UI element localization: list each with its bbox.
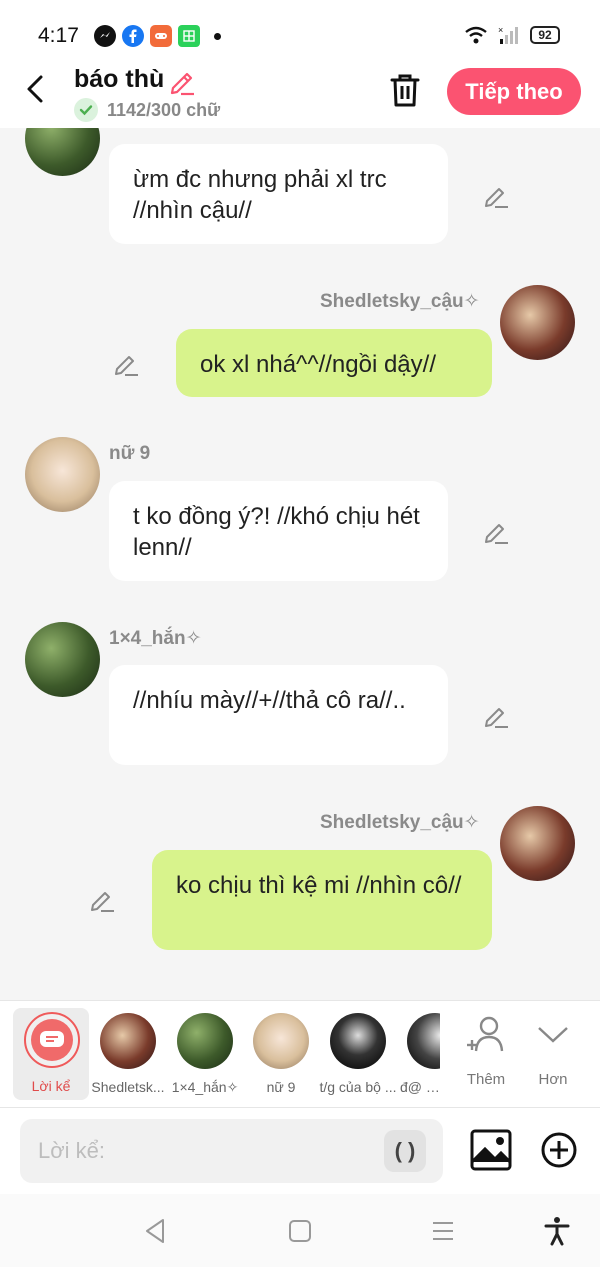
avatar[interactable] <box>25 437 100 512</box>
word-count: 1142/300 chữ <box>107 100 221 120</box>
character-name: đ@ nh <box>400 1079 440 1095</box>
message-bubble[interactable]: t ko đồng ý?! //khó chịu hét lenn// <box>109 481 448 581</box>
svg-text:×: × <box>498 25 503 35</box>
notification-dot <box>214 32 221 40</box>
delete-button[interactable] <box>388 72 422 108</box>
sender-name: Shedletsky_cậu✧ <box>320 812 480 833</box>
message-bubble[interactable]: ok xl nhá^^//ngồi dậy// <box>176 329 492 397</box>
add-label: Thêm <box>466 1071 506 1088</box>
character-name: 1×4_hắn✧ <box>171 1079 239 1095</box>
next-button[interactable]: Tiếp theo <box>447 68 581 115</box>
character-avatar <box>407 1013 440 1069</box>
character-name: nữ 9 <box>266 1079 296 1095</box>
edit-message-icon[interactable] <box>483 517 511 545</box>
facebook-icon <box>122 25 144 47</box>
signal-icon: × <box>498 25 518 44</box>
status-bar: 4:17 × 92 <box>0 0 600 62</box>
narrator-label: Lời kể <box>31 1078 71 1094</box>
accessibility-icon[interactable] <box>542 1216 572 1246</box>
character-name: Shedletsk... <box>91 1079 165 1095</box>
add-character-button[interactable]: Thêm <box>456 1013 516 1098</box>
character-avatar <box>177 1013 233 1069</box>
nav-menu-icon[interactable] <box>428 1216 458 1246</box>
character-item[interactable]: 1×4_hắn✧ <box>170 1013 240 1103</box>
more-button[interactable]: Hơn <box>523 1013 583 1098</box>
image-icon[interactable] <box>470 1129 512 1171</box>
character-avatar <box>100 1013 156 1069</box>
avatar[interactable] <box>25 128 100 176</box>
character-name: t/g của bộ ... <box>319 1079 397 1095</box>
system-nav-bar <box>0 1194 600 1267</box>
character-item[interactable]: Shedletsk... <box>91 1013 165 1103</box>
add-user-icon <box>467 1016 504 1052</box>
narrator-tab[interactable]: Lời kể <box>13 1008 89 1100</box>
avatar[interactable] <box>500 285 575 360</box>
wifi-icon <box>465 26 487 44</box>
input-bar: Lời kể: ( ) <box>0 1108 600 1194</box>
edit-title-icon[interactable] <box>168 66 198 96</box>
more-label: Hơn <box>538 1071 568 1088</box>
edit-message-icon[interactable] <box>483 701 511 729</box>
narrator-circle <box>24 1012 80 1068</box>
check-icon <box>74 98 98 122</box>
narration-input[interactable]: Lời kể: <box>20 1119 443 1183</box>
character-item[interactable]: đ@ nh <box>400 1013 440 1103</box>
nav-back-icon[interactable] <box>141 1216 171 1246</box>
story-title[interactable]: báo thù <box>74 65 164 94</box>
chevron-down-icon <box>538 1027 568 1043</box>
edit-message-icon[interactable] <box>89 885 117 913</box>
status-indicators: × 92 <box>464 25 560 45</box>
chat-bubble-icon <box>31 1019 73 1061</box>
character-avatar <box>330 1013 386 1069</box>
sheet-icon <box>178 25 200 47</box>
edit-message-icon[interactable] <box>483 181 511 209</box>
character-bar: Lời kể Shedletsk... 1×4_hắn✧ nữ 9 t/g củ… <box>0 1000 600 1108</box>
sender-name: 1×4_hắn✧ <box>109 628 202 649</box>
messenger-icon <box>94 25 116 47</box>
message-bubble[interactable]: ko chịu thì kệ mi //nhìn cô// <box>152 850 492 950</box>
game-icon <box>150 25 172 47</box>
story-header: báo thù 1142/300 chữ Tiếp theo <box>0 62 600 128</box>
chat-area[interactable]: ừm đc nhưng phải xl trc //nhìn cậu// She… <box>0 128 600 1000</box>
avatar[interactable] <box>500 806 575 881</box>
message-bubble[interactable]: //nhíu mày//+//thả cô ra//.. <box>109 665 448 765</box>
battery-icon: 92 <box>530 26 560 44</box>
nav-home-icon[interactable] <box>285 1216 315 1246</box>
parentheses-button[interactable]: ( ) <box>384 1130 426 1172</box>
message-bubble[interactable]: ừm đc nhưng phải xl trc //nhìn cậu// <box>109 144 448 244</box>
avatar[interactable] <box>25 622 100 697</box>
edit-message-icon[interactable] <box>113 349 141 377</box>
back-button[interactable] <box>22 74 52 104</box>
status-time: 4:17 <box>38 24 79 47</box>
add-icon[interactable] <box>540 1131 578 1169</box>
status-app-icons <box>94 25 221 47</box>
sender-name: Shedletsky_cậu✧ <box>320 291 480 312</box>
character-avatar <box>253 1013 309 1069</box>
character-item[interactable]: t/g của bộ ... <box>319 1013 397 1103</box>
character-item[interactable]: nữ 9 <box>246 1013 316 1103</box>
sender-name: nữ 9 <box>109 443 151 464</box>
